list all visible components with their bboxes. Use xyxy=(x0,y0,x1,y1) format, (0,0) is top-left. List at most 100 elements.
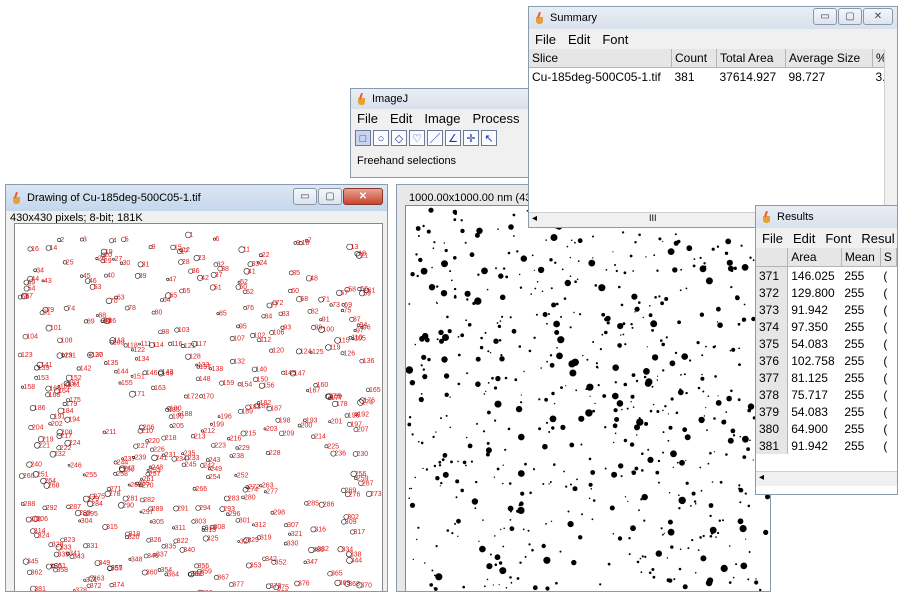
oval-tool-icon[interactable]: ○ xyxy=(373,130,389,146)
table-row[interactable]: 379 54.083 255 ( xyxy=(756,403,897,420)
maximize-button[interactable]: ▢ xyxy=(318,188,342,205)
particle-dot xyxy=(763,529,769,535)
particle-dot xyxy=(422,467,424,470)
results-table[interactable]: Area Mean S 371 146.025 255 (372 129.800 255 (… xyxy=(756,248,897,454)
summary-table[interactable]: Slice Count Total Area Average Size % Cu… xyxy=(529,49,894,85)
particle-dot xyxy=(672,267,678,273)
particle-number-label: 196 xyxy=(220,414,232,421)
particle-number-label: 270 xyxy=(142,482,154,489)
summary-vertical-scrollbar[interactable] xyxy=(884,49,897,213)
summary-window[interactable]: Summary ▭ ▢ ✕ File Edit Font Slice Count… xyxy=(528,6,898,228)
menu-process[interactable]: Process xyxy=(473,111,520,126)
table-row[interactable]: Cu-185deg-500C05-1.tif 381 37614.927 98.… xyxy=(529,68,894,86)
image-window[interactable]: 1000.00x1000.00 nm (430 xyxy=(396,184,771,592)
table-row[interactable]: 378 75.717 255 ( xyxy=(756,386,897,403)
particle-dot xyxy=(628,537,631,540)
col-slice[interactable]: Slice xyxy=(529,49,672,68)
polygon-tool-icon[interactable]: ◇ xyxy=(391,130,407,146)
particle-dot xyxy=(626,407,629,410)
table-row[interactable]: 371 146.025 255 ( xyxy=(756,266,897,284)
table-row[interactable]: 372 129.800 255 ( xyxy=(756,284,897,301)
menu-edit[interactable]: Edit xyxy=(390,111,412,126)
particle-dot xyxy=(724,251,729,255)
particle-dot xyxy=(609,505,615,511)
scroll-thumb-grip[interactable]: III xyxy=(649,213,657,223)
particle-number-label: 376 xyxy=(298,581,310,588)
menu-file[interactable]: File xyxy=(357,111,378,126)
particle-dot xyxy=(507,505,514,512)
particle-number-label: 101 xyxy=(50,325,62,332)
particle-dot xyxy=(730,389,733,393)
particle-dot xyxy=(566,245,569,248)
menu-font[interactable]: Font xyxy=(825,231,851,246)
table-row[interactable]: 373 91.942 255 ( xyxy=(756,301,897,318)
scroll-left-icon[interactable]: ◂ xyxy=(532,213,537,224)
results-horizontal-scrollbar[interactable]: ◂ xyxy=(756,471,897,486)
col-area[interactable]: Area xyxy=(787,248,842,267)
menu-edit[interactable]: Edit xyxy=(793,231,815,246)
particle-dot xyxy=(741,317,747,322)
particle-dot xyxy=(643,375,647,379)
particle-dot xyxy=(556,347,558,349)
particle-dot xyxy=(462,585,465,589)
results-titlebar[interactable]: Results xyxy=(756,206,897,228)
particle-dot xyxy=(513,235,515,237)
image-canvas[interactable] xyxy=(405,205,770,591)
maximize-button[interactable]: ▢ xyxy=(838,8,862,25)
cell: Cu-185deg-500C05-1.tif xyxy=(532,69,661,84)
drawing-titlebar[interactable]: Drawing of Cu-185deg-500C05-1.tif ▭ ▢ ✕ xyxy=(6,185,387,211)
particle-number-label: 360 xyxy=(146,570,158,577)
col-average-size[interactable]: Average Size xyxy=(785,49,873,68)
particle-dot xyxy=(474,507,477,510)
menu-file[interactable]: File xyxy=(535,32,556,47)
table-row[interactable]: 375 54.083 255 ( xyxy=(756,335,897,352)
results-window[interactable]: Results File Edit Font Resul Area Mean S… xyxy=(755,205,898,495)
table-row[interactable]: 376 102.758 255 ( xyxy=(756,352,897,369)
particle-dot xyxy=(586,383,594,391)
particle-dot xyxy=(746,447,750,451)
line-tool-icon[interactable]: ／ xyxy=(427,130,443,146)
freehand-tool-icon[interactable]: ♡ xyxy=(409,130,425,146)
minimize-button[interactable]: ▭ xyxy=(293,188,317,205)
table-row[interactable]: 374 97.350 255 ( xyxy=(756,318,897,335)
summary-titlebar[interactable]: Summary ▭ ▢ ✕ xyxy=(529,7,897,29)
particle-number-label: 91 xyxy=(322,317,330,324)
particle-dot xyxy=(680,268,682,271)
wand-tool-icon[interactable]: ↖ xyxy=(481,130,497,146)
table-row[interactable]: 377 81.125 255 ( xyxy=(756,369,897,386)
point-tool-icon[interactable]: ✛ xyxy=(463,130,479,146)
particle-dot xyxy=(549,415,557,423)
col-count[interactable]: Count xyxy=(671,49,717,68)
particle-dot xyxy=(656,379,659,381)
imagej-window[interactable]: ImageJ File Edit Image Process A □ ○ ◇ ♡… xyxy=(350,88,530,178)
menu-edit[interactable]: Edit xyxy=(568,32,590,47)
scroll-left-icon[interactable]: ◂ xyxy=(759,472,764,483)
particle-dot xyxy=(433,587,435,589)
particle-dot xyxy=(436,285,439,288)
col-stddev[interactable]: S xyxy=(880,248,897,267)
minimize-button[interactable]: ▭ xyxy=(813,8,837,25)
close-button[interactable]: ✕ xyxy=(863,8,893,25)
rectangle-tool-icon[interactable]: □ xyxy=(355,130,371,146)
imagej-toolbar: □ ○ ◇ ♡ ／ ∠ ✛ ↖ xyxy=(351,127,529,149)
menu-image[interactable]: Image xyxy=(424,111,460,126)
particle-dot xyxy=(679,459,685,466)
particle-dot xyxy=(691,539,694,542)
table-row[interactable]: 381 91.942 255 ( xyxy=(756,437,897,454)
close-button[interactable]: ✕ xyxy=(343,188,383,205)
imagej-titlebar[interactable]: ImageJ xyxy=(351,89,529,109)
particle-number-label: 137 xyxy=(199,364,211,371)
drawing-window[interactable]: Drawing of Cu-185deg-500C05-1.tif ▭ ▢ ✕ … xyxy=(5,184,388,592)
menu-file[interactable]: File xyxy=(762,231,783,246)
particle-dot xyxy=(549,354,553,357)
col-mean[interactable]: Mean xyxy=(841,248,881,267)
row-index: 381 xyxy=(756,437,789,454)
drawing-canvas[interactable]: 1 2 3 4 5 6 7 8 9 10 11 12 13 14 15 16 17 18 19 20 21 22 23 24 2… xyxy=(14,223,383,591)
angle-tool-icon[interactable]: ∠ xyxy=(445,130,461,146)
menu-results[interactable]: Resul xyxy=(861,231,894,246)
col-index[interactable] xyxy=(756,248,789,267)
particle-number-label: 236 xyxy=(334,451,346,458)
table-row[interactable]: 380 64.900 255 ( xyxy=(756,420,897,437)
col-total-area[interactable]: Total Area xyxy=(716,49,786,68)
menu-font[interactable]: Font xyxy=(602,32,628,47)
